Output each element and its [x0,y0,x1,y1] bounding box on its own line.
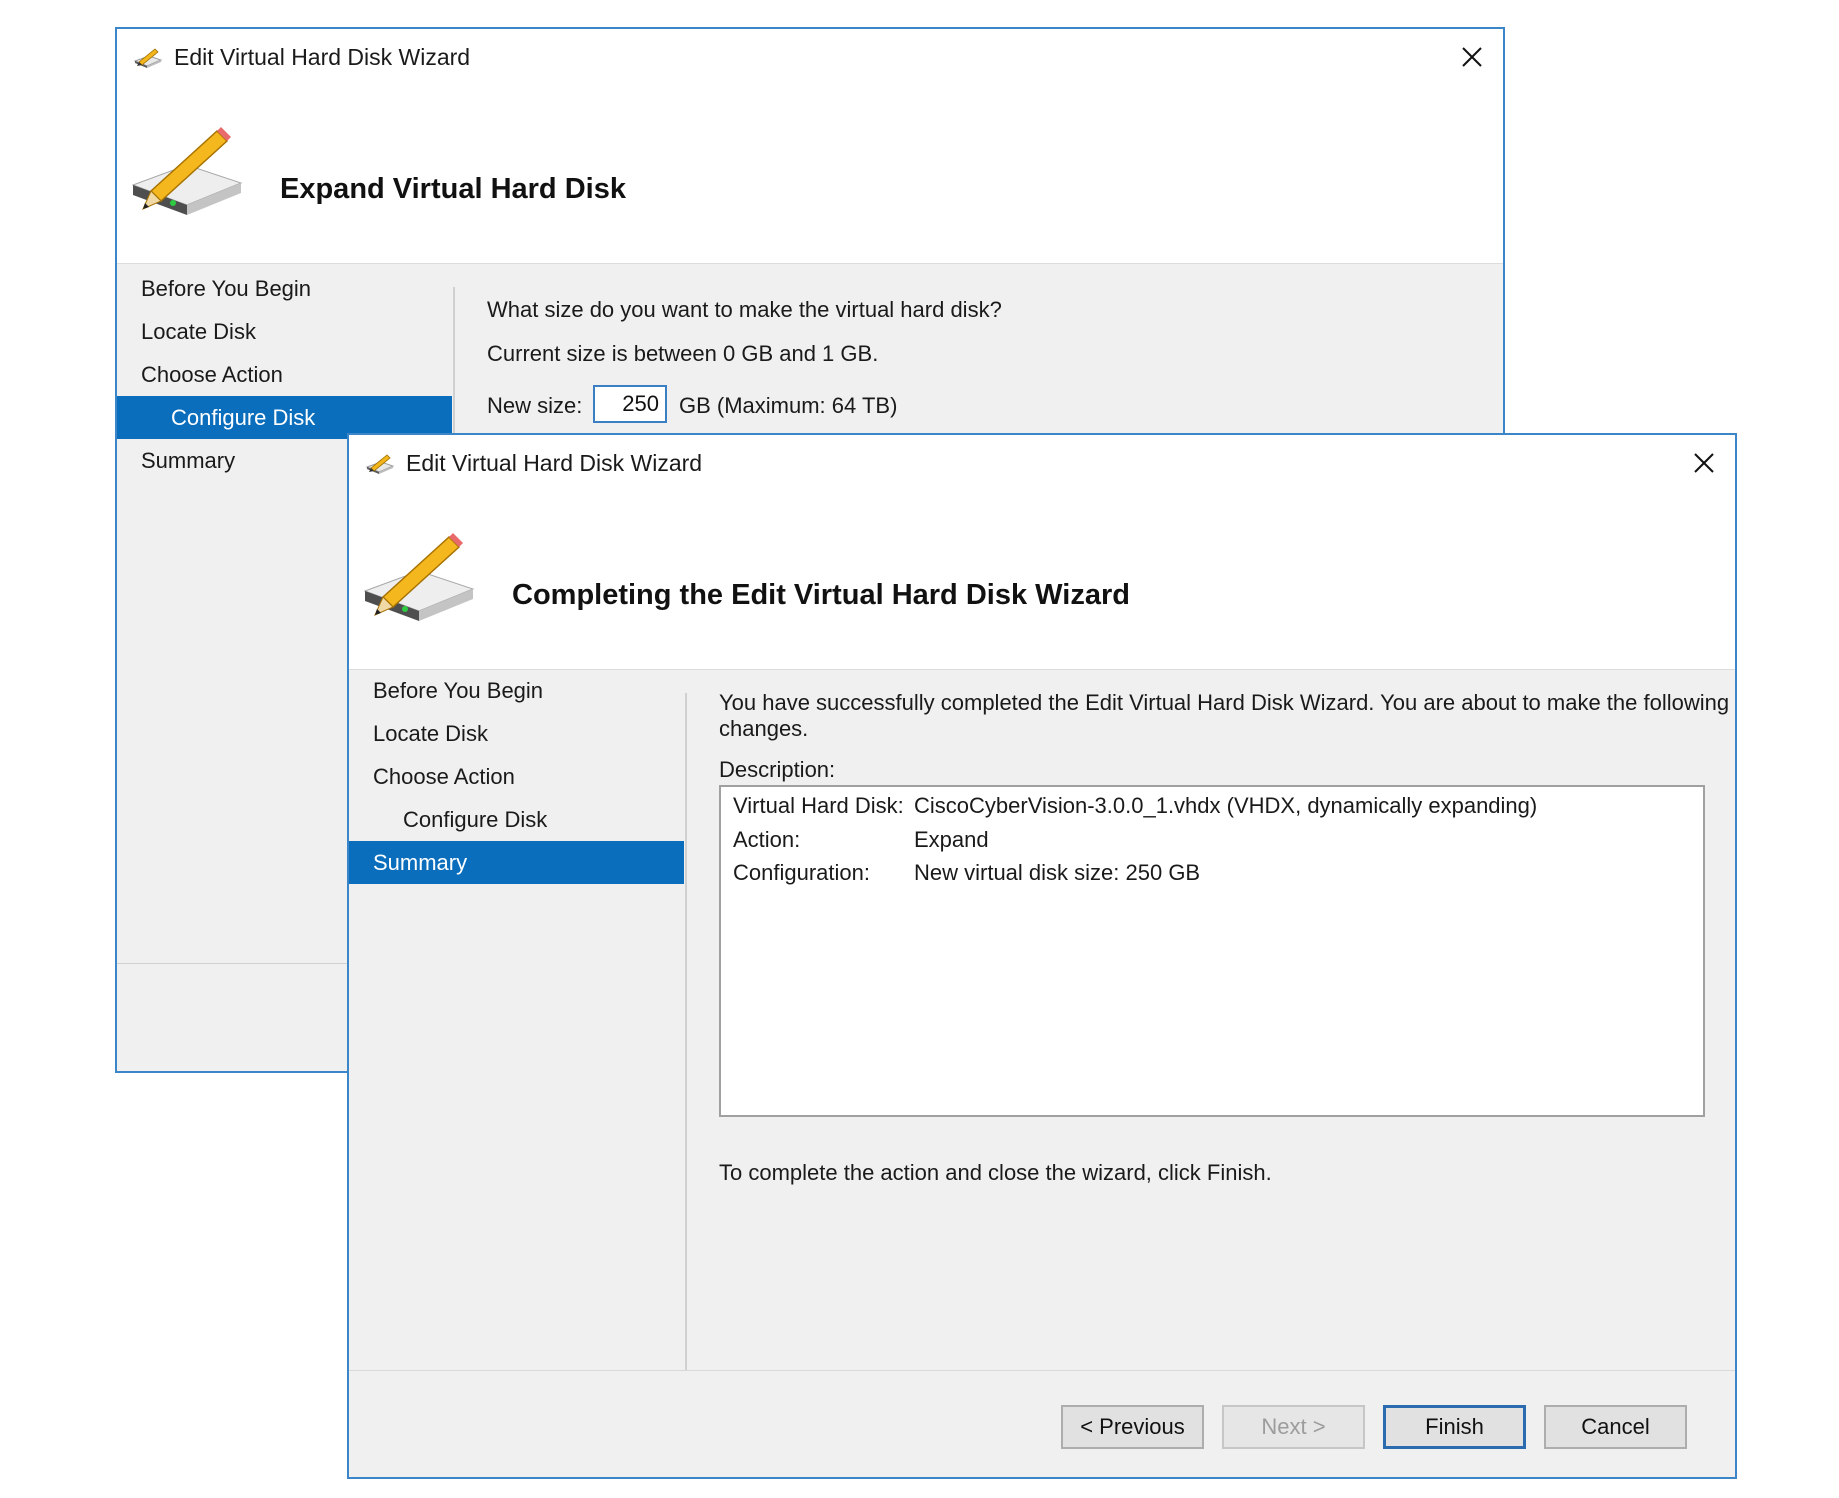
desc-value-virtual-hard-disk: CiscoCyberVision-3.0.0_1.vhdx (VHDX, dyn… [914,793,1538,818]
close-button[interactable] [1449,35,1495,79]
step-locate-disk[interactable]: Locate Disk [117,310,452,353]
step-choose-action[interactable]: Choose Action [349,755,684,798]
page-title: Completing the Edit Virtual Hard Disk Wi… [512,579,1130,611]
disk-pencil-icon [363,533,475,621]
title-bar: Edit Virtual Hard Disk Wizard [117,29,1503,85]
wizard-header: Expand Virtual Hard Disk [117,85,1503,264]
disk-pencil-icon [365,454,395,474]
step-locate-disk[interactable]: Locate Disk [349,712,684,755]
footer-divider [117,963,347,964]
desc-key-configuration: Configuration: [733,860,870,885]
next-button[interactable]: Next > [1222,1405,1365,1449]
window-title: Edit Virtual Hard Disk Wizard [174,44,471,70]
size-suffix: GB (Maximum: 64 TB) [679,393,898,418]
desc-value-action: Expand [914,827,989,852]
cancel-button[interactable]: Cancel [1544,1405,1687,1449]
step-before-you-begin[interactable]: Before You Begin [349,669,684,712]
close-icon [1462,47,1482,67]
disk-pencil-icon [131,127,243,215]
title-bar: Edit Virtual Hard Disk Wizard [349,435,1735,491]
new-size-input[interactable] [593,385,667,423]
window-title: Edit Virtual Hard Disk Wizard [406,450,703,476]
wizard-window-front: Edit Virtual Hard Disk Wizard Completing… [347,433,1737,1479]
page-title: Expand Virtual Hard Disk [280,173,626,205]
step-choose-action[interactable]: Choose Action [117,353,452,396]
previous-button[interactable]: < Previous [1061,1405,1204,1449]
description-label: Description: [719,757,836,782]
completion-message-line1: You have successfully completed the Edit… [719,690,1730,715]
size-question: What size do you want to make the virtua… [487,297,1002,322]
finish-button[interactable]: Finish [1383,1405,1526,1449]
wizard-steps: Before You Begin Locate Disk Choose Acti… [349,669,684,884]
current-size-text: Current size is between 0 GB and 1 GB. [487,341,879,366]
footer-divider [349,1370,1735,1371]
desc-key-action: Action: [733,827,801,852]
disk-pencil-icon [133,48,163,68]
completion-message-line2: changes. [719,716,809,741]
new-size-label: New size: [487,393,583,418]
close-button[interactable] [1681,441,1727,485]
desc-key-virtual-hard-disk: Virtual Hard Disk: [733,793,904,818]
close-icon [1694,453,1714,473]
wizard-header: Completing the Edit Virtual Hard Disk Wi… [349,491,1735,670]
nav-divider [685,693,687,1370]
step-summary[interactable]: Summary [349,841,684,884]
description-box[interactable]: Virtual Hard Disk: CiscoCyberVision-3.0.… [719,785,1705,1117]
desc-value-configuration: New virtual disk size: 250 GB [914,860,1201,885]
step-before-you-begin[interactable]: Before You Begin [117,267,452,310]
step-configure-disk[interactable]: Configure Disk [349,798,684,841]
finish-hint: To complete the action and close the wiz… [719,1160,1272,1185]
